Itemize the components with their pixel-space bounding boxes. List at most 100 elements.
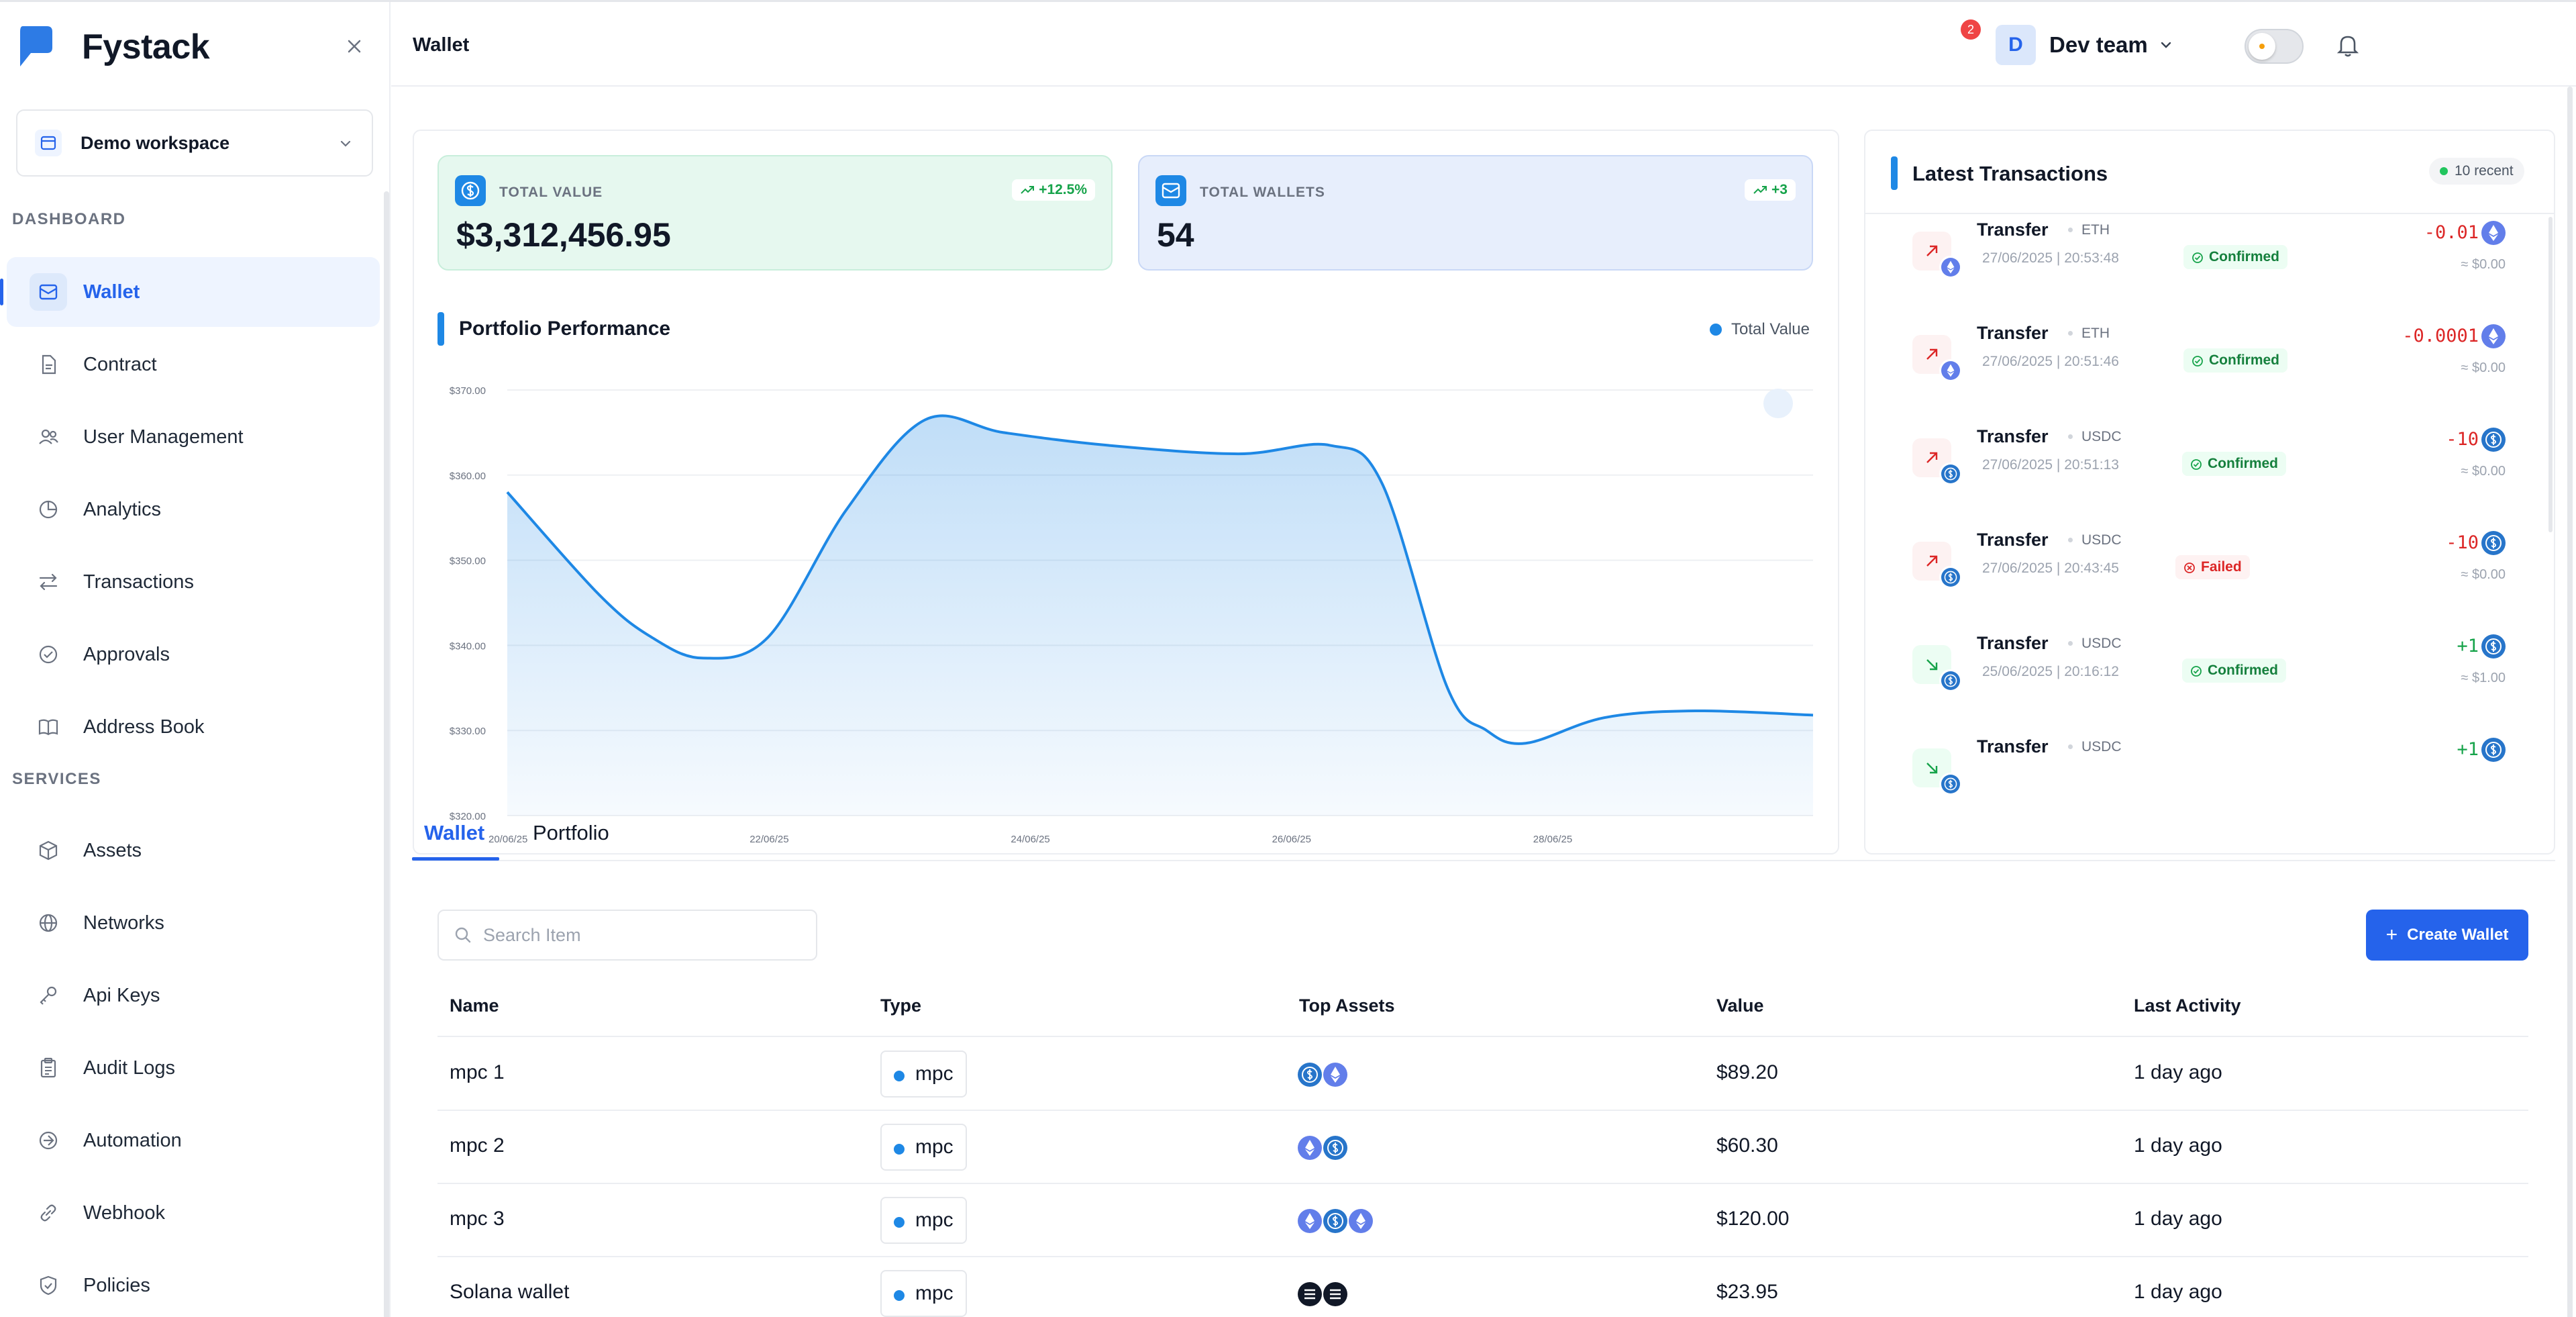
- usdc-icon: [2481, 738, 2506, 762]
- x-tick-label: 22/06/25: [750, 834, 788, 845]
- sidebar-item-wallet[interactable]: Wallet: [7, 257, 380, 327]
- transaction-time: 27/06/2025 | 20:43:45: [1982, 560, 2119, 576]
- search-input[interactable]: [483, 924, 792, 946]
- transaction-asset: USDC: [2081, 739, 2122, 754]
- create-wallet-button[interactable]: + Create Wallet: [2366, 910, 2528, 961]
- column-header-top-assets[interactable]: Top Assets: [1299, 995, 1395, 1016]
- x-tick-label: 26/06/25: [1272, 834, 1311, 845]
- y-tick-label: $350.00: [450, 556, 486, 567]
- eth-icon: [2481, 324, 2506, 348]
- chart-hover-dot: [1763, 389, 1793, 418]
- transactions-title: Latest Transactions: [1912, 162, 2108, 185]
- sidebar-item-audit-logs[interactable]: Audit Logs: [7, 1033, 380, 1103]
- transactions-scrollbar[interactable]: [2548, 217, 2553, 532]
- x-tick-label: 28/06/25: [1533, 834, 1572, 845]
- sidebar-scrollbar[interactable]: [384, 191, 389, 1317]
- transactions-header: Latest Transactions 10 recent: [1865, 131, 2554, 214]
- transaction-row[interactable]: Transfer USDC 27/06/2025 | 20:43:45 Failed -…: [1912, 527, 2516, 614]
- transaction-usd-value: ≈ $1.00: [2461, 671, 2506, 685]
- notification-badge: 2: [1961, 19, 1981, 40]
- eth-icon: [2481, 221, 2506, 245]
- workspace-selector[interactable]: Demo workspace: [16, 109, 373, 177]
- users-icon: [30, 418, 67, 456]
- status-badge: Confirmed: [2183, 348, 2287, 373]
- status-text: Confirmed: [2209, 249, 2279, 264]
- stat-label: TOTAL VALUE: [499, 185, 603, 200]
- sidebar-item-analytics[interactable]: Analytics: [7, 475, 380, 544]
- column-header-type[interactable]: Type: [880, 995, 921, 1016]
- status-text: Confirmed: [2208, 456, 2278, 471]
- wallet-name[interactable]: mpc 2: [450, 1134, 505, 1157]
- sidebar-item-webhook[interactable]: Webhook: [7, 1178, 380, 1248]
- sidebar-item-networks[interactable]: Networks: [7, 888, 380, 958]
- theme-toggle[interactable]: [2245, 29, 2304, 64]
- wallet-type-chip: mpc: [880, 1270, 967, 1317]
- sidebar-item-user-management[interactable]: User Management: [7, 402, 380, 472]
- wallet-last-activity: 1 day ago: [2134, 1281, 2222, 1303]
- usdc-icon: [1939, 773, 1962, 795]
- section-label-dashboard: DASHBOARD: [12, 210, 126, 228]
- cube-icon: [30, 832, 67, 869]
- transaction-row[interactable]: Transfer USDC +1: [1912, 734, 2516, 821]
- user-menu[interactable]: D Dev team: [1996, 25, 2173, 65]
- sidebar-item-api-keys[interactable]: Api Keys: [7, 961, 380, 1030]
- sidebar-item-automation[interactable]: Automation: [7, 1106, 380, 1175]
- chart-title-accent: [437, 312, 444, 346]
- wallet-name[interactable]: Solana wallet: [450, 1281, 569, 1304]
- wallet-type: mpc: [915, 1063, 954, 1085]
- sidebar-item-label: Automation: [83, 1129, 182, 1151]
- tab-active-underline: [412, 857, 499, 861]
- sidebar-item-label: Api Keys: [83, 984, 160, 1006]
- check-circle-icon: [30, 636, 67, 673]
- check-circle-icon: [2192, 252, 2203, 263]
- shield-icon: [30, 1267, 67, 1304]
- sidebar-item-assets[interactable]: Assets: [7, 816, 380, 885]
- sidebar-item-policies[interactable]: Policies: [7, 1251, 380, 1317]
- y-tick-label: $340.00: [450, 640, 486, 652]
- chart-legend[interactable]: Total Value: [1710, 320, 1810, 339]
- column-header-name[interactable]: Name: [450, 995, 499, 1016]
- sidebar-item-address-book[interactable]: Address Book: [7, 692, 380, 762]
- transaction-row[interactable]: Transfer ETH 27/06/2025 | 20:53:48 Confirme…: [1912, 217, 2516, 304]
- workspace-label: Demo workspace: [81, 132, 230, 153]
- usdc-icon: [2481, 531, 2506, 555]
- wallet-name[interactable]: mpc 3: [450, 1208, 505, 1230]
- usdc-icon: [1939, 566, 1962, 589]
- legend-swatch: [1710, 324, 1722, 336]
- sidebar-item-transactions[interactable]: Transactions: [7, 547, 380, 617]
- column-header-value[interactable]: Value: [1716, 995, 1764, 1016]
- brand[interactable]: Fystack: [17, 23, 210, 70]
- wallet-name[interactable]: mpc 1: [450, 1061, 505, 1084]
- sidebar-item-approvals[interactable]: Approvals: [7, 620, 380, 689]
- recent-count-text: 10 recent: [2455, 163, 2514, 179]
- wallet-value: $120.00: [1716, 1208, 1790, 1230]
- separator-dot: [2068, 744, 2073, 749]
- status-badge: Confirmed: [2182, 658, 2286, 683]
- search-box[interactable]: [437, 910, 817, 961]
- main-scrollbar[interactable]: [2567, 87, 2573, 1317]
- separator-dot: [2068, 331, 2073, 336]
- tab-wallet[interactable]: Wallet: [424, 821, 484, 845]
- transaction-row[interactable]: Transfer ETH 27/06/2025 | 20:51:46 Confirme…: [1912, 320, 2516, 407]
- column-header-last-activity[interactable]: Last Activity: [2134, 995, 2241, 1016]
- separator-dot: [2068, 538, 2073, 542]
- transaction-row[interactable]: Transfer USDC 27/06/2025 | 20:51:13 Confirm…: [1912, 424, 2516, 511]
- separator-dot: [2068, 641, 2073, 646]
- bell-icon[interactable]: [2332, 29, 2364, 61]
- portfolio-chart[interactable]: $370.00$360.00$350.00$340.00$330.00$320.…: [437, 378, 1820, 861]
- wallet-type-chip: mpc: [880, 1051, 967, 1098]
- tab-portfolio[interactable]: Portfolio: [533, 821, 609, 845]
- status-badge: Confirmed: [2183, 245, 2287, 269]
- transaction-amount: +1: [2457, 739, 2479, 760]
- sidebar-item-contract[interactable]: Contract: [7, 330, 380, 399]
- stat-value: $3,312,456.95: [456, 216, 671, 254]
- sidebar-item-label: Address Book: [83, 716, 205, 738]
- trend-up-icon: [1753, 186, 1767, 194]
- transactions-title-accent: [1891, 156, 1898, 190]
- sol-icon: [1298, 1282, 1322, 1306]
- usdc-icon: [1939, 462, 1962, 485]
- transaction-row[interactable]: Transfer USDC 25/06/2025 | 20:16:12 Confirm…: [1912, 630, 2516, 718]
- wallet-value: $23.95: [1716, 1281, 1778, 1303]
- close-sidebar-icon[interactable]: [344, 36, 365, 57]
- transaction-usd-value: ≈ $0.00: [2461, 360, 2506, 375]
